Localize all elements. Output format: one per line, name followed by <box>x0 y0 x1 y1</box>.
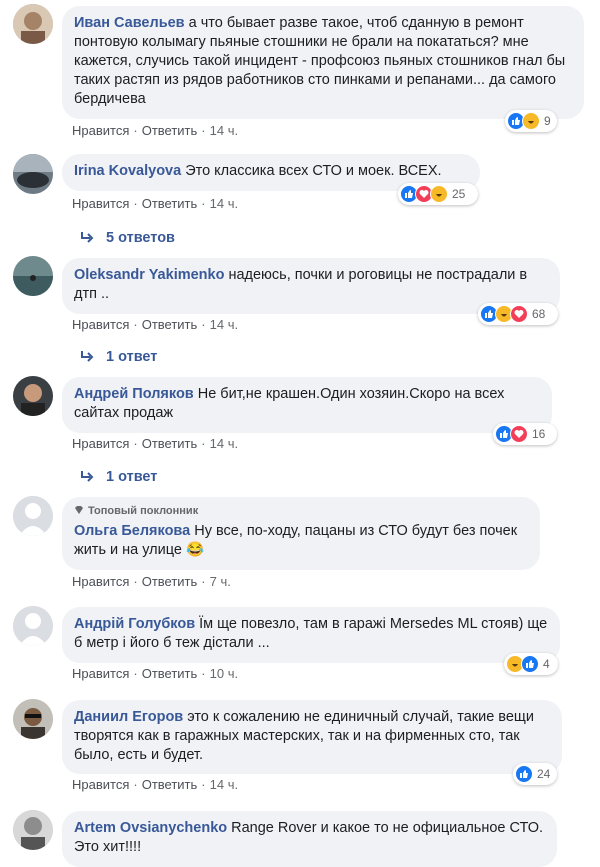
reaction-count: 25 <box>452 187 466 201</box>
comment-bubble: Даниил Егоров это к сожалению не единичны… <box>62 700 562 774</box>
comment-time[interactable]: 14 ч. <box>210 196 238 211</box>
comment-bubble: Андрей Поляков Не бит,не крашен.Один хозя… <box>62 377 552 433</box>
default-avatar-icon <box>13 496 53 536</box>
reactions-summary[interactable]: 9 <box>505 110 557 132</box>
like-reaction-icon <box>521 655 539 673</box>
reply-action[interactable]: Ответить <box>142 123 198 138</box>
view-replies-link[interactable]: 5 ответов <box>80 230 175 246</box>
replies-count[interactable]: 1 ответ <box>106 349 157 365</box>
love-reaction-icon <box>510 305 528 323</box>
avatar[interactable] <box>13 606 53 646</box>
avatar[interactable] <box>13 256 53 296</box>
avatar-image-icon <box>13 699 53 739</box>
reactions-summary[interactable]: 25 <box>398 183 478 205</box>
avatar-image-icon <box>13 376 53 416</box>
reactions-summary[interactable]: 24 <box>513 763 557 785</box>
haha-reaction-icon <box>430 185 448 203</box>
comment-text: Это классика всех СТО и моек. ВСЕХ. <box>185 163 442 179</box>
badge-label: Топовый поклонник <box>88 505 199 517</box>
comment-author[interactable]: Artem Ovsianychenko <box>74 820 227 836</box>
avatar[interactable] <box>13 4 53 44</box>
comment-actions: Нравится · Ответить · 14 ч. <box>72 196 239 211</box>
avatar-image-icon <box>13 256 53 296</box>
comment-time[interactable]: 14 ч. <box>210 123 238 138</box>
like-action[interactable]: Нравится <box>72 196 129 211</box>
comment-bubble: Андрій Голубков Їм ще повезло, там в гара… <box>62 607 560 663</box>
like-action[interactable]: Нравится <box>72 436 129 451</box>
comment-bubble: Топовый поклонник Ольга Белякова Ну все, … <box>62 497 540 570</box>
comment-author[interactable]: Даниил Егоров <box>74 709 183 725</box>
like-action[interactable]: Нравится <box>72 574 129 589</box>
comment-author[interactable]: Oleksandr Yakimenko <box>74 267 224 283</box>
comment-time[interactable]: 14 ч. <box>210 436 238 451</box>
avatar[interactable] <box>13 154 53 194</box>
like-action[interactable]: Нравится <box>72 123 129 138</box>
reply-arrow-icon <box>81 232 94 243</box>
reaction-count: 4 <box>543 657 550 671</box>
avatar-image-icon <box>13 154 53 194</box>
diamond-icon <box>75 506 83 514</box>
comment-author[interactable]: Irina Kovalyova <box>74 163 181 179</box>
comment-author[interactable]: Андрій Голубков <box>74 616 195 632</box>
comment-bubble: Иван Савельев а что бывает разве такое, ч… <box>62 6 584 119</box>
love-reaction-icon <box>510 425 528 443</box>
replies-count[interactable]: 5 ответов <box>106 230 175 246</box>
like-action[interactable]: Нравится <box>72 666 129 681</box>
avatar-image-icon <box>13 810 53 850</box>
replies-count[interactable]: 1 ответ <box>106 469 157 485</box>
comment-actions: Нравится · Ответить · 14 ч. <box>72 123 239 138</box>
reply-action[interactable]: Ответить <box>142 777 198 792</box>
reply-action[interactable]: Ответить <box>142 574 198 589</box>
reactions-summary[interactable]: 68 <box>478 303 558 325</box>
reactions-summary[interactable]: 16 <box>493 423 557 445</box>
comment-actions: Нравится · Ответить · 14 ч. <box>72 436 239 451</box>
reaction-count: 9 <box>544 114 551 128</box>
haha-reaction-icon <box>522 112 540 130</box>
comment-actions: Нравится · Ответить · 10 ч. <box>72 666 239 681</box>
comment-actions: Нравится · Ответить · 14 ч. <box>72 317 239 332</box>
like-action[interactable]: Нравится <box>72 317 129 332</box>
comment-author[interactable]: Ольга Белякова <box>74 523 190 539</box>
reply-action[interactable]: Ответить <box>142 317 198 332</box>
avatar[interactable] <box>13 699 53 739</box>
reply-action[interactable]: Ответить <box>142 666 198 681</box>
comment-author[interactable]: Иван Савельев <box>74 15 185 31</box>
comment-time[interactable]: 10 ч. <box>210 666 238 681</box>
avatar[interactable] <box>13 376 53 416</box>
like-reaction-icon <box>515 765 533 783</box>
comment-time[interactable]: 7 ч. <box>210 574 231 589</box>
view-replies-link[interactable]: 1 ответ <box>80 469 157 485</box>
avatar[interactable] <box>13 810 53 850</box>
reaction-count: 68 <box>532 307 546 321</box>
comment-actions: Нравится · Ответить · 7 ч. <box>72 574 231 589</box>
reply-arrow-icon <box>81 471 94 482</box>
like-action[interactable]: Нравится <box>72 777 129 792</box>
comment-bubble: Artem Ovsianychenko Range Rover и какое т… <box>62 811 557 867</box>
reaction-count: 24 <box>537 767 551 781</box>
avatar[interactable] <box>13 496 53 536</box>
reply-action[interactable]: Ответить <box>142 196 198 211</box>
comment-author[interactable]: Андрей Поляков <box>74 386 194 402</box>
laughing-emoji: 😂 <box>185 542 205 558</box>
reply-action[interactable]: Ответить <box>142 436 198 451</box>
comment-time[interactable]: 14 ч. <box>210 317 238 332</box>
reaction-count: 16 <box>532 427 546 441</box>
top-fan-badge: Топовый поклонник <box>74 504 528 519</box>
reactions-summary[interactable]: 4 <box>504 653 558 675</box>
avatar-image-icon <box>13 4 53 44</box>
default-avatar-icon <box>13 606 53 646</box>
comment-actions: Нравится · Ответить · 14 ч. <box>72 777 239 792</box>
comment-time[interactable]: 14 ч. <box>210 777 238 792</box>
reply-arrow-icon <box>81 351 94 362</box>
view-replies-link[interactable]: 1 ответ <box>80 349 157 365</box>
